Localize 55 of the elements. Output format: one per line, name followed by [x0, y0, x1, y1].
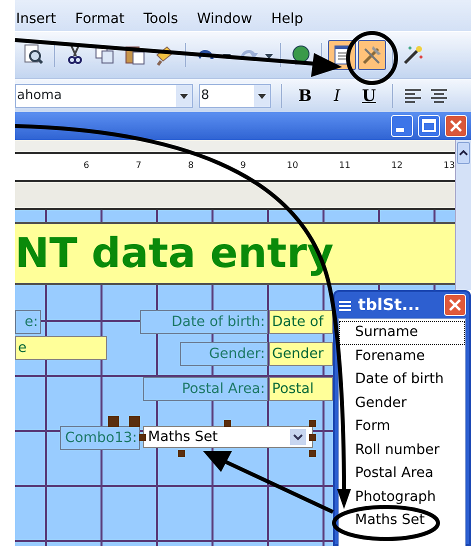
selection-handle[interactable] — [224, 420, 231, 427]
field-list-item[interactable]: Surname — [339, 321, 465, 344]
underline-button[interactable]: U — [356, 84, 382, 106]
scrollbar[interactable] — [455, 140, 471, 290]
field-list-item[interactable]: Forename — [339, 344, 465, 368]
minimize-icon — [396, 128, 404, 132]
field-list-item[interactable]: Form — [339, 415, 465, 438]
italic-button[interactable]: I — [324, 84, 350, 106]
field-list-item[interactable]: Date of birth — [339, 368, 465, 392]
field-list-item[interactable]: Photograph — [339, 486, 465, 509]
menu-item[interactable]: Format — [75, 10, 124, 28]
selection-handle[interactable] — [178, 450, 185, 457]
ruler-number: 6 — [82, 160, 90, 174]
menu-item[interactable]: Insert — [16, 10, 56, 28]
field-list-item[interactable]: Maths Set — [339, 509, 465, 532]
maximize-icon — [420, 117, 438, 135]
dropdown-icon[interactable] — [290, 427, 306, 447]
menu-item[interactable]: Window — [197, 10, 252, 28]
minimize-button[interactable] — [391, 115, 413, 137]
field-label: Gender: — [180, 342, 268, 366]
circle-annotation — [346, 31, 398, 85]
field-label: e: — [15, 310, 41, 334]
size-dropdown[interactable]: 8 — [199, 84, 271, 108]
selection-handle[interactable] — [129, 416, 140, 427]
window-title: tblSt... — [358, 294, 420, 316]
field-list-item[interactable]: Roll number — [339, 438, 465, 462]
field-label: Postal Area: — [143, 377, 268, 401]
close-button[interactable] — [444, 294, 466, 316]
close-button[interactable] — [445, 115, 467, 137]
scroll-up-button[interactable] — [457, 142, 470, 164]
text-field[interactable]: Date of — [269, 310, 333, 334]
field-list-item[interactable]: Postal Area — [339, 462, 465, 486]
ruler-number: 13 — [442, 160, 455, 174]
ruler-number: 10 — [286, 160, 298, 174]
ruler-number: 8 — [187, 160, 194, 174]
maximize-button[interactable] — [418, 115, 440, 137]
ruler-number: 12 — [390, 160, 403, 174]
selection-handle[interactable] — [309, 450, 316, 457]
ruler-number: 9 — [239, 160, 246, 174]
font-dropdown[interactable]: ahoma — [15, 84, 193, 108]
text-field[interactable]: e — [15, 336, 107, 360]
combo-box[interactable]: Maths Set — [143, 426, 313, 448]
menu-item[interactable]: Tools — [144, 10, 178, 28]
bold-button[interactable]: B — [292, 84, 318, 106]
selection-handle[interactable] — [108, 416, 119, 427]
field-label: Combo13: — [60, 426, 140, 450]
ruler-number: 7 — [134, 160, 142, 174]
ruler-number: 11 — [338, 160, 350, 174]
toolbox-icon[interactable] — [358, 40, 386, 70]
field-list-item[interactable]: Gender — [339, 392, 465, 415]
selection-handle[interactable] — [139, 434, 146, 441]
text-field[interactable]: Gender — [269, 342, 333, 366]
field-label: Date of birth: — [140, 310, 268, 334]
menu-item[interactable]: Help — [271, 10, 304, 28]
text-field[interactable]: Postal — [269, 377, 333, 401]
